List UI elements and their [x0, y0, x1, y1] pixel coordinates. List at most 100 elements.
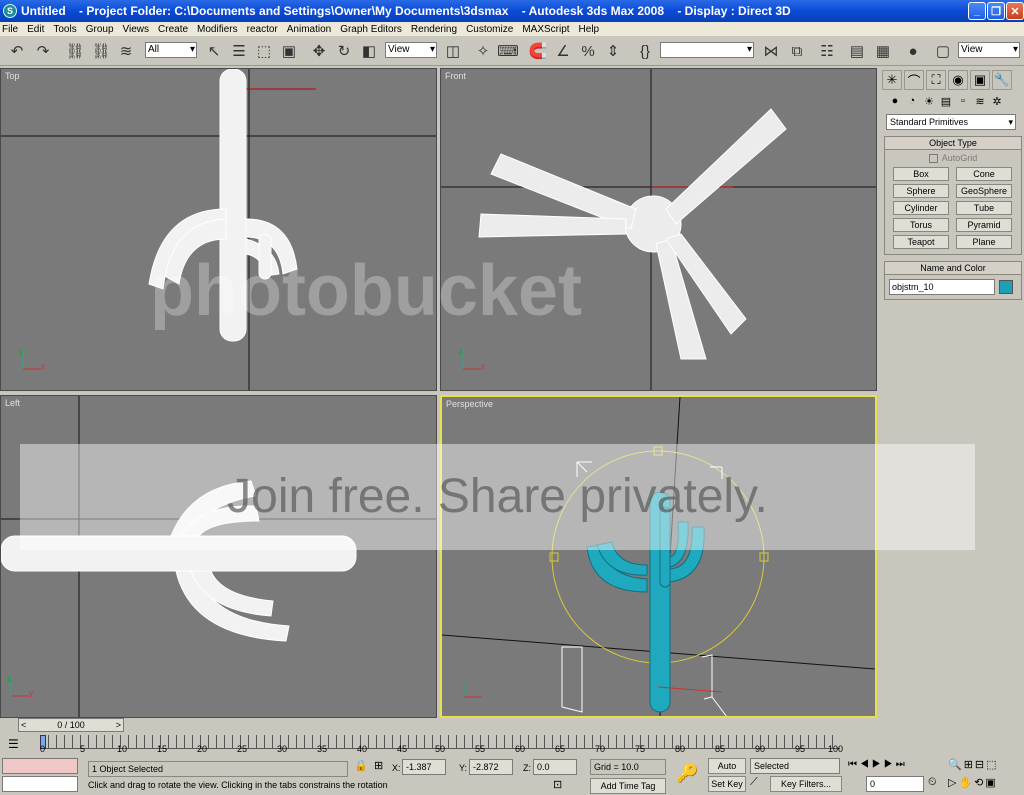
menu-create[interactable]: Create — [158, 24, 188, 35]
adaptive-degradation-icon[interactable]: ⊡ — [553, 778, 562, 791]
menu-edit[interactable]: Edit — [27, 24, 44, 35]
create-tab-icon[interactable]: ✳ — [882, 70, 902, 90]
select-object-icon[interactable]: ↖ — [203, 40, 225, 62]
track-bar[interactable]: ☰ 0 5 10 15 20 25 30 35 40 45 50 55 60 6… — [0, 733, 880, 757]
viewport-label-front[interactable]: Front — [445, 71, 466, 81]
set-key-button[interactable]: Set Key — [708, 776, 746, 792]
viewport-label-top[interactable]: Top — [5, 71, 20, 81]
render-setup-icon[interactable]: ▢ — [932, 40, 954, 62]
teapot-button[interactable]: Teapot — [893, 235, 949, 250]
menu-views[interactable]: Views — [123, 24, 150, 35]
sphere-button[interactable]: Sphere — [893, 184, 949, 199]
cameras-icon[interactable]: ▤ — [939, 94, 953, 108]
curve-editor-icon[interactable]: ▤ — [846, 40, 868, 62]
maxscript-listener[interactable] — [2, 758, 78, 774]
viewport-label-left[interactable]: Left — [5, 398, 20, 408]
bind-spacewarp-icon[interactable]: ≋ — [115, 40, 137, 62]
playback-controls[interactable]: ⏮◀▶▶⏭ — [848, 759, 908, 770]
motion-tab-icon[interactable]: ◉ — [948, 70, 968, 90]
object-name-input[interactable]: objstm_10 — [889, 279, 995, 296]
material-editor-icon[interactable]: ● — [902, 40, 924, 62]
app-icon[interactable]: S — [3, 4, 17, 18]
maximize-button[interactable]: ❐ — [987, 2, 1005, 20]
x-coord-field[interactable]: -1.387 — [402, 759, 446, 775]
key-filters-button[interactable]: Key Filters... — [770, 776, 842, 792]
autogrid-checkbox[interactable]: AutoGrid — [885, 153, 1021, 164]
menu-help[interactable]: Help — [579, 24, 600, 35]
shapes-icon[interactable]: ◔ — [905, 94, 919, 108]
layer-manager-icon[interactable]: ☷ — [816, 40, 838, 62]
render-view-dropdown[interactable]: View — [958, 42, 1020, 58]
spinner-snap-icon[interactable]: ⇕ — [602, 40, 624, 62]
torus-button[interactable]: Torus — [893, 218, 949, 233]
viewport-nav-controls[interactable]: 🔍⊞⊟⬚ — [948, 758, 999, 771]
viewport-top[interactable]: y x Top — [0, 68, 437, 391]
auto-key-button[interactable]: Auto Key — [708, 758, 746, 785]
selection-lock-icon[interactable]: 🔒 — [354, 759, 368, 772]
orbit-pan-controls[interactable]: ▷✋⟲▣ — [948, 776, 998, 789]
object-type-header[interactable]: Object Type — [885, 137, 1021, 150]
helpers-icon[interactable]: ▫ — [956, 94, 970, 108]
keyboard-shortcut-icon[interactable]: ⌨ — [497, 40, 519, 62]
window-crossing-icon[interactable]: ▣ — [278, 40, 300, 62]
y-coord-field[interactable]: -2.872 — [469, 759, 513, 775]
key-mode-dropdown[interactable]: Selected — [750, 758, 840, 774]
menu-graph-editors[interactable]: Graph Editors — [340, 24, 402, 35]
named-selection-icon[interactable]: {} — [634, 40, 656, 62]
menu-maxscript[interactable]: MAXScript — [522, 24, 569, 35]
unlink-icon[interactable]: ⛓ — [90, 40, 112, 62]
pivot-center-icon[interactable]: ◫ — [442, 40, 464, 62]
key-icon[interactable]: 🔑 — [676, 763, 698, 784]
cylinder-button[interactable]: Cylinder — [893, 201, 949, 216]
menu-rendering[interactable]: Rendering — [411, 24, 457, 35]
time-config-icon[interactable]: ⏲ — [928, 776, 937, 789]
close-button[interactable]: ✕ — [1006, 2, 1024, 20]
object-color-swatch[interactable] — [999, 280, 1013, 295]
viewport-perspective[interactable]: Perspective — [440, 395, 877, 718]
utilities-tab-icon[interactable]: 🔧 — [992, 70, 1012, 90]
geosphere-button[interactable]: GeoSphere — [956, 184, 1012, 199]
geometry-icon[interactable]: ● — [888, 94, 902, 108]
spacewarps-icon[interactable]: ≋ — [973, 94, 987, 108]
redo-icon[interactable]: ↷ — [32, 40, 54, 62]
menu-customize[interactable]: Customize — [466, 24, 513, 35]
named-selection-dropdown[interactable] — [660, 42, 754, 58]
display-tab-icon[interactable]: ▣ — [970, 70, 990, 90]
hierarchy-tab-icon[interactable]: ⛶ — [926, 70, 946, 90]
systems-icon[interactable]: ✲ — [990, 94, 1004, 108]
minimize-button[interactable]: _ — [968, 2, 986, 20]
add-time-tag-button[interactable]: Add Time Tag — [590, 778, 666, 794]
viewport-label-perspective[interactable]: Perspective — [446, 399, 493, 409]
modify-tab-icon[interactable]: ⌒ — [904, 70, 924, 90]
select-manipulate-icon[interactable]: ✧ — [472, 40, 494, 62]
menu-animation[interactable]: Animation — [287, 24, 331, 35]
link-icon[interactable]: ⛓ — [64, 40, 86, 62]
current-frame-field[interactable]: 0 — [866, 776, 924, 792]
cone-button[interactable]: Cone — [956, 167, 1012, 182]
maxscript-mini-input[interactable] — [2, 776, 78, 792]
lights-icon[interactable]: ☀ — [922, 94, 936, 108]
z-coord-field[interactable]: 0.0 — [533, 759, 577, 775]
select-by-name-icon[interactable]: ☰ — [228, 40, 250, 62]
ref-coord-dropdown[interactable]: View — [385, 42, 437, 58]
snaps-icon[interactable]: 🧲 — [527, 40, 549, 62]
time-next-button[interactable]: > — [116, 719, 121, 731]
menu-reactor[interactable]: reactor — [247, 24, 278, 35]
default-tangents-icon[interactable]: ⟋ — [750, 776, 758, 789]
selection-filter-dropdown[interactable]: All — [145, 42, 197, 58]
percent-snap-icon[interactable]: % — [577, 40, 599, 62]
menu-group[interactable]: Group — [86, 24, 114, 35]
plane-button[interactable]: Plane — [956, 235, 1012, 250]
time-prev-button[interactable]: < — [21, 719, 26, 731]
name-color-header[interactable]: Name and Color — [885, 262, 1021, 276]
rect-selection-icon[interactable]: ⬚ — [253, 40, 275, 62]
rotate-icon[interactable]: ↻ — [333, 40, 355, 62]
viewport-left[interactable]: z y Left — [0, 395, 437, 718]
undo-icon[interactable]: ↶ — [6, 40, 28, 62]
move-icon[interactable]: ✥ — [308, 40, 330, 62]
curve-editor-mini-icon[interactable]: ☰ — [8, 737, 19, 751]
primitive-category-dropdown[interactable]: Standard Primitives — [886, 114, 1016, 130]
absolute-mode-icon[interactable]: ⊞ — [374, 759, 383, 772]
box-button[interactable]: Box — [893, 167, 949, 182]
schematic-view-icon[interactable]: ▦ — [872, 40, 894, 62]
